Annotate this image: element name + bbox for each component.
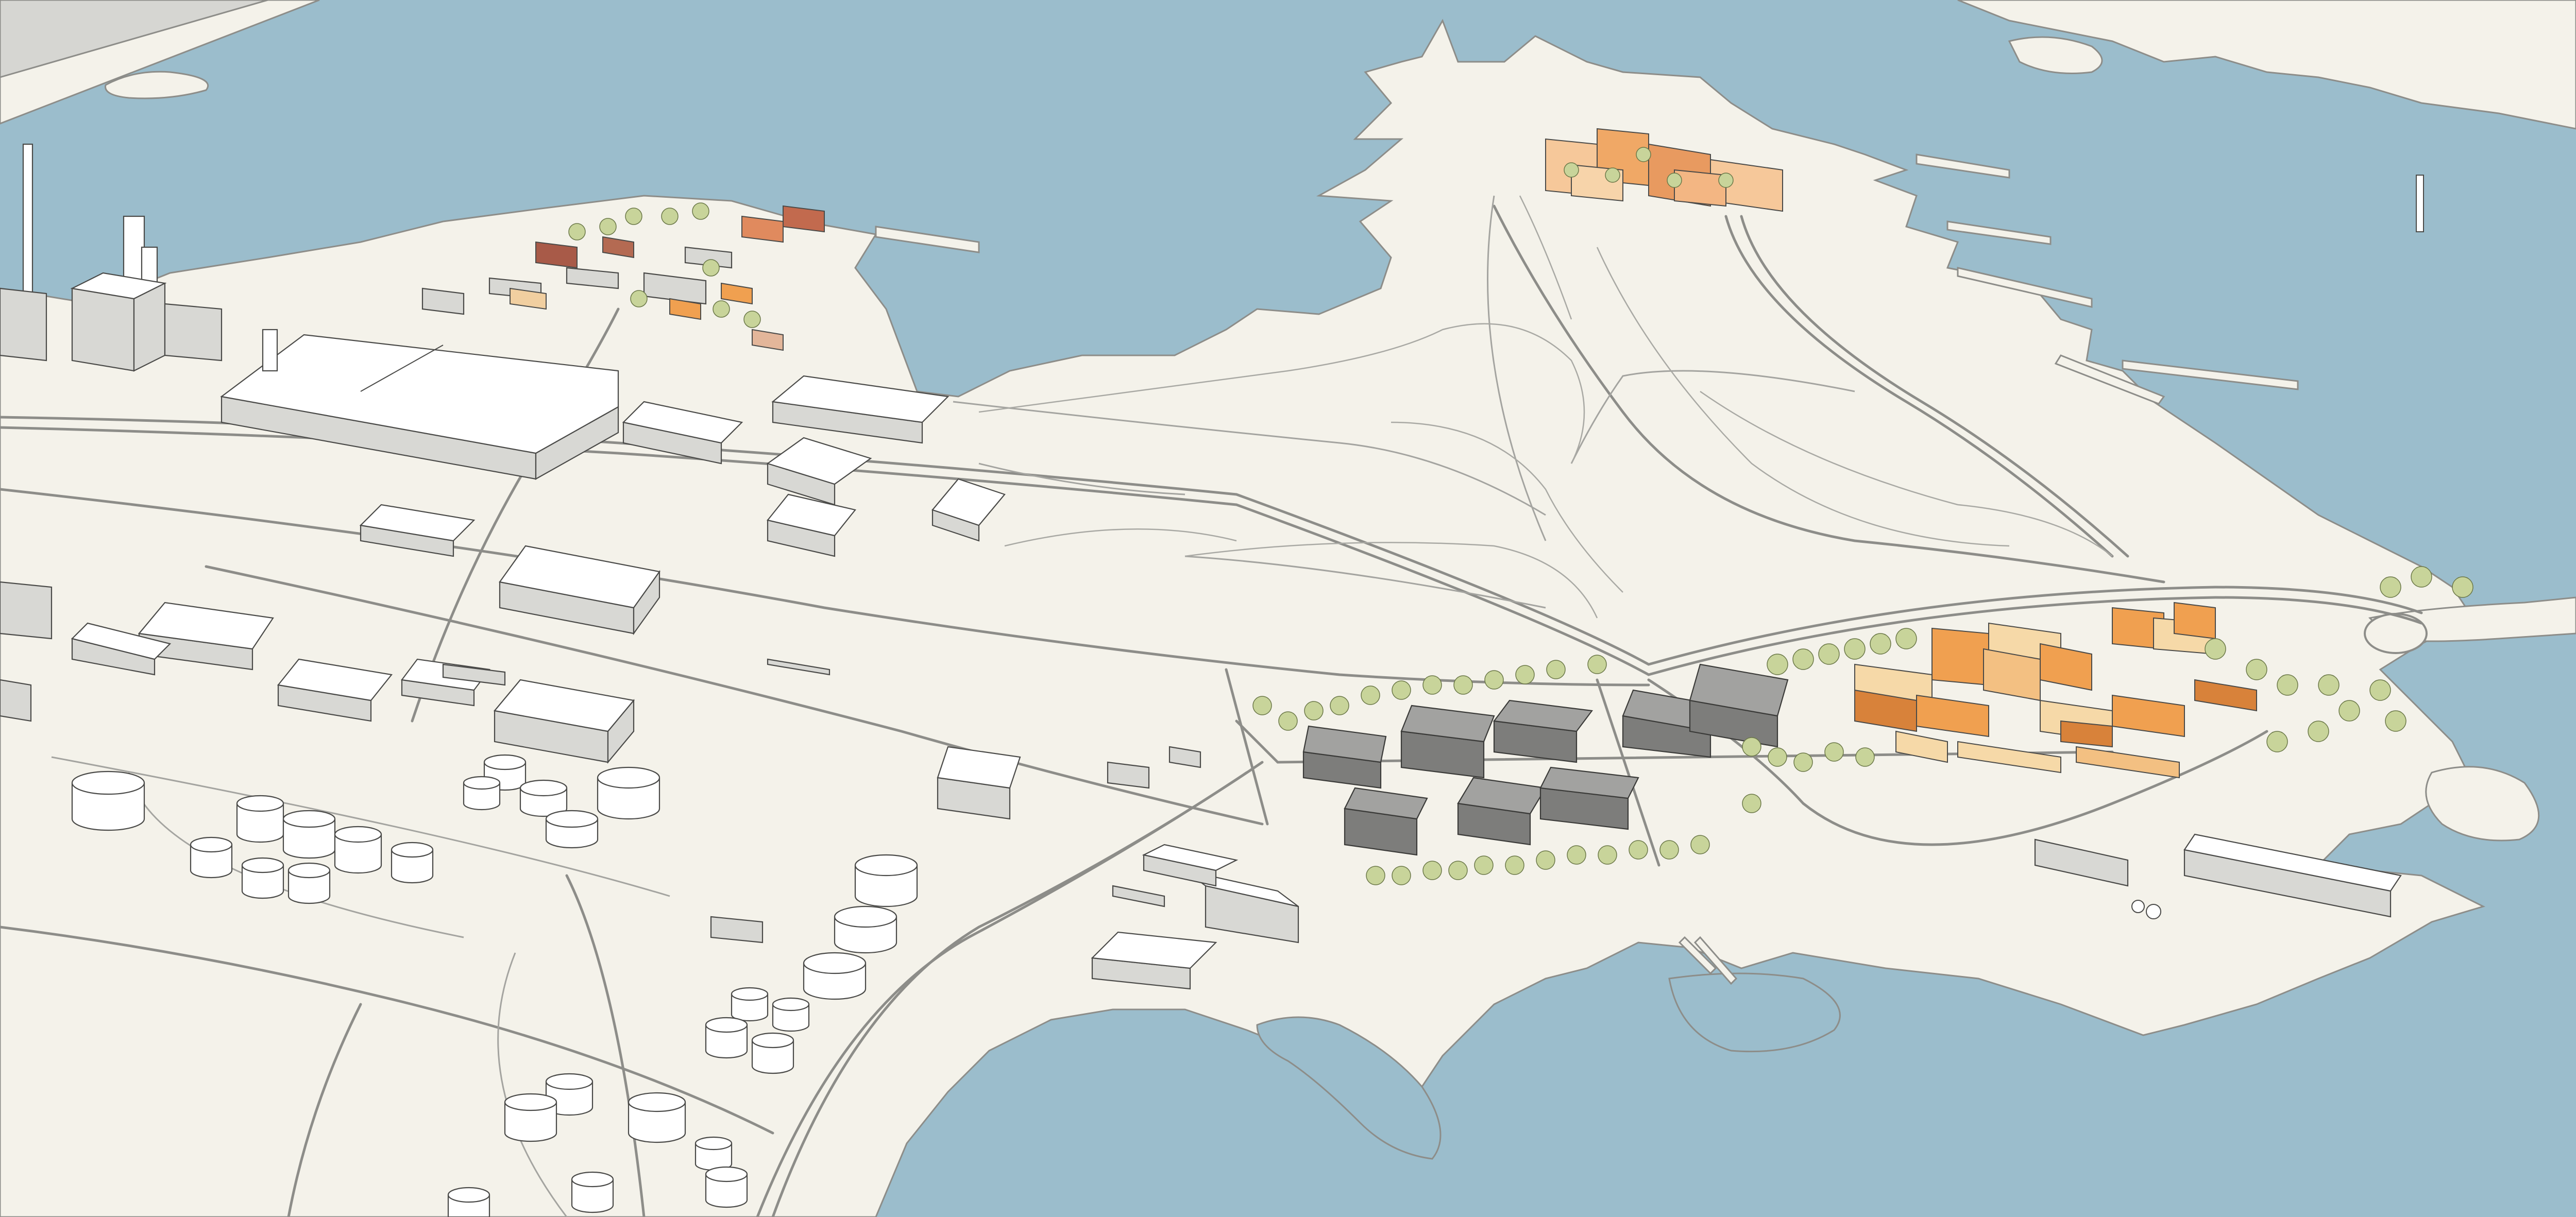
map-scene: .land { fill: #f4f2ea; stroke: #8d8d89; … — [0, 0, 2576, 1217]
lighthouse — [2416, 175, 2424, 232]
roundabout — [2364, 613, 2428, 654]
